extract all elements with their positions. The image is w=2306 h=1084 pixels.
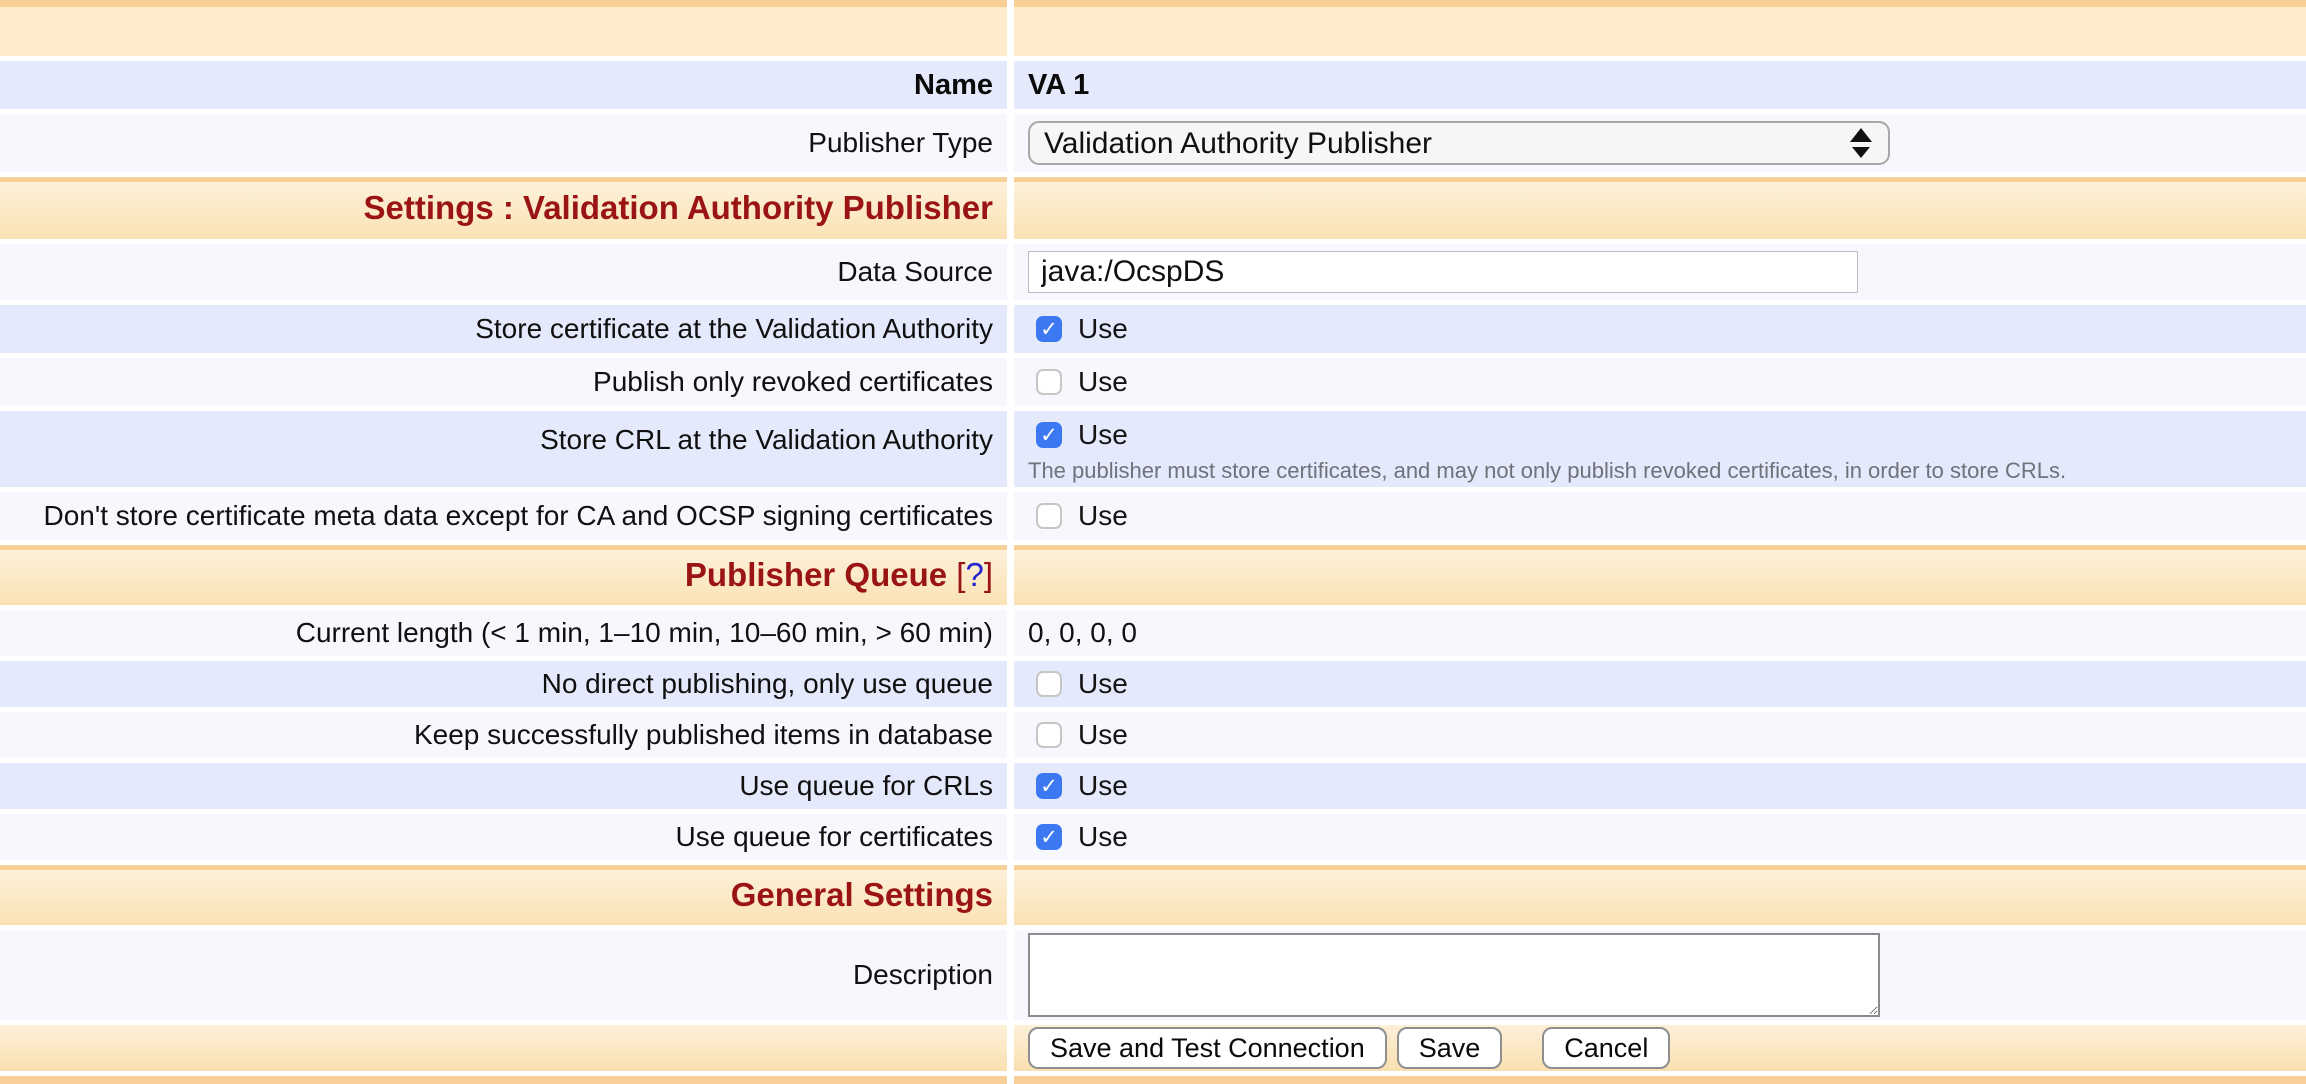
settings-section-title: Settings : Validation Authority Publishe… [364,190,994,226]
current-length-value: 0, 0, 0, 0 [1028,617,1137,649]
no-direct-publishing-label: No direct publishing, only use queue [542,667,993,701]
use-label: Use [1078,719,1128,751]
name-row: Name VA 1 [0,61,2306,109]
no-direct-publishing-checkbox[interactable]: ✓ [1036,671,1062,697]
use-label: Use [1078,821,1128,853]
bottom-band-row [0,1076,2306,1084]
publish-revoked-checkbox[interactable]: ✓ [1036,369,1062,395]
queue-crls-checkbox[interactable]: ✓ [1036,773,1062,799]
checkmark-icon: ✓ [1040,425,1058,446]
name-label: Name [914,69,993,102]
bottom-band-left [0,1076,1007,1084]
publisher-queue-help-link[interactable]: ? [965,556,983,593]
checkmark-icon: ✓ [1040,776,1058,797]
queue-certificates-label: Use queue for certificates [676,820,994,854]
current-length-label: Current length (< 1 min, 1–10 min, 10–60… [296,616,993,650]
store-crl-checkbox[interactable]: ✓ [1036,422,1062,448]
dont-store-meta-checkbox[interactable]: ✓ [1036,503,1062,529]
store-crl-label: Store CRL at the Validation Authority [540,423,993,457]
data-source-row: Data Source [0,244,2306,300]
use-label: Use [1078,500,1128,532]
use-label: Use [1078,313,1128,345]
bottom-band-right [1014,1076,2306,1084]
dont-store-meta-label: Don't store certificate meta data except… [43,499,993,533]
keep-published-checkbox[interactable]: ✓ [1036,722,1062,748]
store-crl-note: The publisher must store certificates, a… [1028,458,2066,484]
publisher-type-select-wrap: Validation Authority Publisher [1028,121,1890,165]
use-label: Use [1078,366,1128,398]
description-label: Description [853,958,993,992]
publisher-queue-title-text: Publisher Queue [685,556,947,593]
publisher-queue-title: Publisher Queue [?] [685,557,993,593]
data-source-label: Data Source [837,255,993,289]
settings-section-header-right [1014,177,2306,239]
keep-published-row: Keep successfully published items in dat… [0,712,2306,758]
buttons-band-left [0,1025,1007,1071]
store-crl-row: Store CRL at the Validation Authority ✓ … [0,411,2306,487]
publish-revoked-row: Publish only revoked certificates ✓ Use [0,358,2306,406]
current-length-row: Current length (< 1 min, 1–10 min, 10–60… [0,610,2306,656]
cancel-button[interactable]: Cancel [1542,1027,1670,1069]
general-settings-title: General Settings [731,877,993,913]
use-label: Use [1078,419,1128,451]
dont-store-meta-row: Don't store certificate meta data except… [0,492,2306,540]
keep-published-label: Keep successfully published items in dat… [414,718,993,752]
general-settings-header-right [1014,865,2306,925]
top-band-right [1014,0,2306,56]
edit-publisher-form: Name VA 1 Publisher Type Validation Auth… [0,0,2306,1084]
description-textarea[interactable] [1028,933,1880,1017]
queue-crls-row: Use queue for CRLs ✓ Use [0,763,2306,809]
description-row: Description [0,930,2306,1020]
settings-section-header-row: Settings : Validation Authority Publishe… [0,177,2306,239]
store-certificate-checkbox[interactable]: ✓ [1036,316,1062,342]
help-bracket-close: ] [984,556,993,593]
publisher-queue-header-right [1014,545,2306,605]
queue-crls-label: Use queue for CRLs [739,769,993,803]
top-band-row [0,0,2306,56]
use-label: Use [1078,668,1128,700]
buttons-row: Save and Test Connection Save Cancel [0,1025,2306,1071]
top-band-left [0,0,1007,56]
use-label: Use [1078,770,1128,802]
publisher-type-select[interactable]: Validation Authority Publisher [1028,121,1890,165]
store-certificate-label: Store certificate at the Validation Auth… [475,312,993,346]
save-button[interactable]: Save [1397,1027,1503,1069]
publisher-type-label: Publisher Type [808,126,993,160]
publisher-type-row: Publisher Type Validation Authority Publ… [0,114,2306,172]
checkmark-icon: ✓ [1040,827,1058,848]
publish-revoked-label: Publish only revoked certificates [593,365,993,399]
queue-certificates-row: Use queue for certificates ✓ Use [0,814,2306,860]
data-source-input[interactable] [1028,251,1858,293]
save-and-test-connection-button[interactable]: Save and Test Connection [1028,1027,1387,1069]
queue-certificates-checkbox[interactable]: ✓ [1036,824,1062,850]
publisher-queue-header-row: Publisher Queue [?] [0,545,2306,605]
no-direct-publishing-row: No direct publishing, only use queue ✓ U… [0,661,2306,707]
store-certificate-row: Store certificate at the Validation Auth… [0,305,2306,353]
name-value: VA 1 [1028,69,1089,102]
checkmark-icon: ✓ [1040,319,1058,340]
general-settings-header-row: General Settings [0,865,2306,925]
